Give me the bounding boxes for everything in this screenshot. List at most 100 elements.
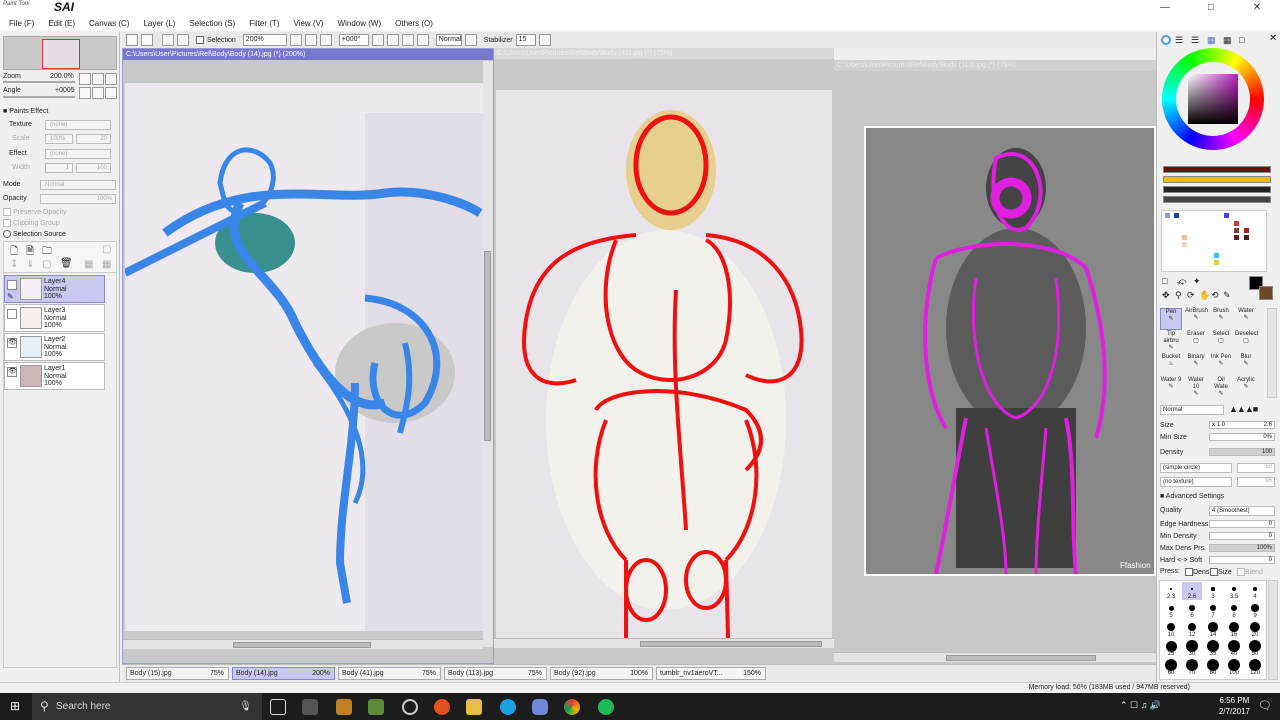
brush-size-scrollbar[interactable] <box>1268 580 1278 680</box>
transfer-down-icon[interactable]: ↧ <box>10 259 18 270</box>
brush-size-cell[interactable]: 25 <box>1161 639 1181 657</box>
selection-source-checkbox[interactable]: Selection Source <box>3 230 66 238</box>
zoom-tool-icon[interactable]: ⚲ <box>1175 290 1182 301</box>
swatch-grid[interactable] <box>1161 210 1267 272</box>
visibility-toggle[interactable]: 👁 <box>7 338 17 348</box>
brush-size-cell[interactable]: 100 <box>1224 658 1244 676</box>
app-circle-icon[interactable] <box>402 699 418 715</box>
menu-filter[interactable]: Filter (T) <box>249 19 279 28</box>
brush-size-cell[interactable]: 20 <box>1245 620 1265 638</box>
color-wheel[interactable] <box>1162 48 1264 150</box>
tool-brush[interactable]: Brush ✎ <box>1210 308 1232 330</box>
tool-scrollbar[interactable] <box>1267 308 1277 398</box>
scale-value[interactable]: 100% <box>45 134 73 144</box>
rgb-slider-toggle-icon[interactable]: ☰ <box>1175 35 1183 46</box>
discord-icon[interactable] <box>532 699 548 715</box>
tool-eraser[interactable]: Eraser ▢ <box>1185 331 1207 353</box>
canvas-image[interactable] <box>496 90 832 639</box>
horizontal-scrollbar[interactable] <box>834 652 1156 662</box>
brush-shape-value[interactable]: 50 <box>1237 463 1275 473</box>
tool-blur[interactable]: Blur ✎ <box>1235 354 1257 376</box>
brush-size-cell[interactable]: 50 <box>1245 639 1265 657</box>
brush-size-cell[interactable]: 9 <box>1245 601 1265 619</box>
brush-shape-select[interactable]: (simple circle) <box>1160 463 1232 473</box>
clear-layer-icon[interactable]: ▢ <box>42 259 51 270</box>
brush-size-cell[interactable]: 2.3 <box>1161 582 1181 600</box>
minimize-button[interactable]: — <box>1142 0 1188 16</box>
zoom-out-button[interactable] <box>289 34 302 46</box>
clipping-group-checkbox[interactable]: Clipping Group <box>3 219 60 227</box>
vertical-scrollbar[interactable] <box>483 61 493 647</box>
canvas-tab[interactable]: Body (15).jpg 75% <box>126 667 229 680</box>
skype-icon[interactable] <box>500 699 516 715</box>
angle-slider[interactable] <box>3 96 75 98</box>
color-mixer-toggle-icon[interactable]: ▦ <box>1207 35 1216 46</box>
move-icon[interactable]: ✥ <box>1162 290 1170 301</box>
canvas-window-1[interactable]: C:\Users\User\Pictures\Ref\Body\Body (14… <box>122 48 494 664</box>
spotify-icon[interactable] <box>598 699 614 715</box>
swatches-toggle-icon[interactable]: ▦ <box>1223 35 1232 46</box>
tool-tip-airbrush[interactable]: Tip airbru ✎ <box>1160 331 1182 353</box>
zoom-slider[interactable] <box>3 81 75 83</box>
maximize-button[interactable]: □ <box>1188 0 1234 16</box>
canvas-tab-active[interactable]: Body (14).jpg 200% <box>232 667 335 680</box>
vertical-scroll-thumb[interactable] <box>484 251 491 441</box>
delete-layer-icon[interactable]: 🗑 <box>60 258 73 269</box>
magic-wand-icon[interactable]: ✦ <box>1193 276 1201 287</box>
eyedropper-icon[interactable]: ✎ <box>1223 290 1231 301</box>
brush-size-cell[interactable]: 8 <box>1224 601 1244 619</box>
rotate-left-button[interactable] <box>371 34 384 46</box>
layer-item[interactable]: 👁 Layer1 Normal 100% <box>4 362 105 390</box>
notification-icon[interactable]: 🗨 <box>1258 699 1272 712</box>
brush-size-cell[interactable]: 80 <box>1203 658 1223 676</box>
hand-tool-icon[interactable]: ✋ <box>1199 290 1210 301</box>
panel-close-icon[interactable]: ✕ <box>1269 33 1277 44</box>
zoom-reset-button[interactable] <box>319 34 332 46</box>
zoom-input[interactable]: 200% <box>242 34 287 46</box>
density-slider[interactable]: 100 <box>1209 448 1275 456</box>
menu-others[interactable]: Others (O) <box>395 19 433 28</box>
horizontal-scrollbar[interactable] <box>494 638 834 648</box>
rotate-right-button[interactable] <box>386 34 399 46</box>
canvas-tab[interactable]: Body (113).jpg 75% <box>444 667 547 680</box>
nav-zoom-reset-button[interactable] <box>105 73 117 85</box>
effect-select[interactable]: (none) <box>45 149 111 159</box>
tool-water-10[interactable]: Water 10 ✎ <box>1185 377 1207 399</box>
tray-icons[interactable]: ⌃ ☐ ♫ 🔊 <box>1120 700 1161 711</box>
brush-blend-select[interactable]: Normal <box>1160 405 1224 415</box>
opacity-slider[interactable]: 100% <box>40 194 116 204</box>
undo-button[interactable] <box>126 34 138 46</box>
chrome-icon[interactable] <box>564 699 580 715</box>
selection-checkbox[interactable] <box>196 36 204 44</box>
horizontal-scroll-thumb[interactable] <box>640 641 822 647</box>
taskbar-search[interactable]: ⚲ Search here 🎙 <box>32 693 262 720</box>
tool-ink-pen[interactable]: Ink Pen ✎ <box>1210 354 1232 376</box>
preserve-opacity-checkbox[interactable]: Preserve Opacity <box>3 208 67 216</box>
horizontal-scroll-thumb[interactable] <box>946 655 1096 661</box>
app-orange-icon[interactable] <box>434 699 450 715</box>
lasso-icon[interactable]: ⤽ <box>1177 276 1187 287</box>
brush-size-cell[interactable]: 6 <box>1182 601 1202 619</box>
invert-selection-button[interactable] <box>177 34 189 46</box>
nav-zoom-out-button[interactable] <box>79 73 91 85</box>
texture-select[interactable]: (none) <box>45 120 111 130</box>
hard-soft-slider[interactable]: 0 <box>1209 556 1275 564</box>
color-bar-1[interactable] <box>1163 166 1271 173</box>
blend-mode-select[interactable]: Normal <box>435 34 462 46</box>
canvas-tab[interactable]: Body (41).jpg 75% <box>338 667 441 680</box>
color-bar-3[interactable] <box>1163 186 1271 193</box>
brush-size-grid[interactable]: 2.3 2.6 3 3.5 4 5 6 7 8 9 10 12 14 16 20 25 30 35 40 50 60 70… <box>1159 580 1267 680</box>
brush-size-cell[interactable]: 3 <box>1203 582 1223 600</box>
paint-tool-sai-taskbar-icon[interactable] <box>368 699 384 715</box>
menu-file[interactable]: File (F) <box>9 19 34 28</box>
brush-size-cell[interactable]: 4 <box>1245 582 1265 600</box>
layer-menu-icon[interactable]: ▢ <box>102 244 111 255</box>
press-size-checkbox[interactable]: Size <box>1210 568 1232 576</box>
max-dens-slider[interactable]: 100% <box>1209 544 1275 552</box>
menu-selection[interactable]: Selection (S) <box>189 19 235 28</box>
horizontal-scrollbar[interactable] <box>123 639 483 649</box>
close-button[interactable]: ✕ <box>1234 0 1280 16</box>
layer-item[interactable]: 👁 Layer2 Normal 100% <box>4 333 105 361</box>
brush-size-cell[interactable]: 14 <box>1203 620 1223 638</box>
navigator-preview[interactable] <box>3 36 117 70</box>
